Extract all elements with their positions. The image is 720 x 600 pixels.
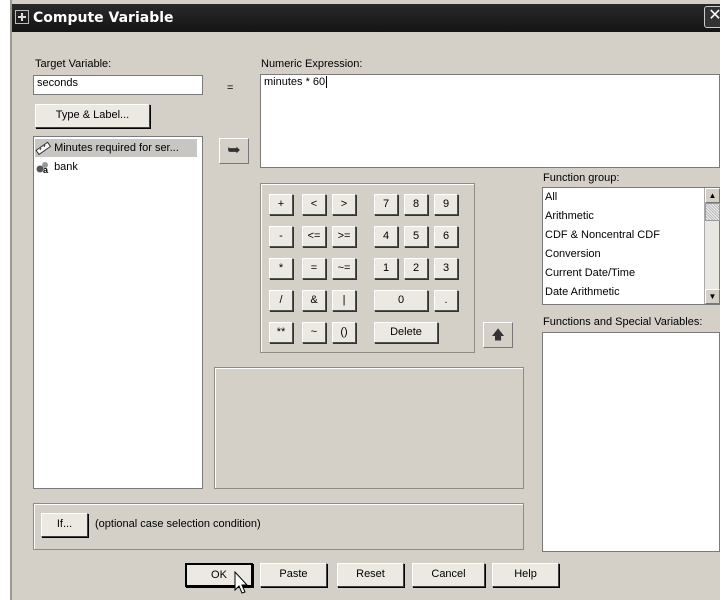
function-group-list[interactable]: All Arithmetic CDF & Noncentral CDF Conv… bbox=[542, 187, 720, 305]
variable-item[interactable]: Minutes required for ser... bbox=[35, 139, 197, 157]
functions-list[interactable] bbox=[542, 332, 720, 552]
title-bar[interactable]: Compute Variable ✕ bbox=[12, 4, 720, 32]
text-cursor bbox=[326, 76, 331, 88]
numeric-expression-text: minutes * 60 bbox=[264, 76, 326, 88]
function-group-item[interactable]: Arithmetic bbox=[545, 207, 594, 226]
key-and[interactable]: & bbox=[302, 290, 326, 311]
key-or[interactable]: | bbox=[332, 290, 356, 311]
nominal-variable-icon: a bbox=[36, 162, 49, 175]
if-button[interactable]: If... bbox=[41, 513, 88, 537]
functions-label: Functions and Special Variables: bbox=[543, 316, 703, 328]
window-title: Compute Variable bbox=[33, 10, 174, 26]
type-label-button[interactable]: Type & Label... bbox=[35, 104, 150, 128]
key-4[interactable]: 4 bbox=[374, 226, 398, 247]
key-7[interactable]: 7 bbox=[374, 194, 398, 215]
up-arrow-icon: 🡅 bbox=[491, 327, 505, 342]
app-icon bbox=[15, 10, 29, 24]
key-multiply[interactable]: * bbox=[269, 258, 293, 279]
cancel-button[interactable]: Cancel bbox=[412, 563, 485, 587]
transfer-arrow-button[interactable]: ➥ bbox=[219, 138, 249, 164]
key-8[interactable]: 8 bbox=[404, 194, 428, 215]
function-description-area bbox=[214, 367, 524, 489]
key-0[interactable]: 0 bbox=[374, 290, 428, 311]
variable-list[interactable]: Minutes required for ser... a bank bbox=[33, 136, 203, 489]
scroll-down-icon[interactable]: ▼ bbox=[705, 289, 720, 304]
key-2[interactable]: 2 bbox=[404, 258, 428, 279]
key-less-than[interactable]: < bbox=[302, 194, 326, 215]
function-group-item[interactable]: Conversion bbox=[545, 245, 601, 264]
key-greater-equal[interactable]: >= bbox=[332, 226, 356, 247]
numeric-expression-label: Numeric Expression: bbox=[261, 58, 363, 70]
scale-variable-icon bbox=[35, 141, 52, 156]
equals-sign: = bbox=[227, 82, 234, 94]
variable-label: bank bbox=[54, 161, 78, 173]
key-power[interactable]: ** bbox=[269, 322, 293, 343]
function-group-label: Function group: bbox=[543, 172, 620, 184]
help-button[interactable]: Help bbox=[492, 563, 559, 587]
variable-item[interactable]: a bank bbox=[35, 158, 197, 176]
key-1[interactable]: 1 bbox=[374, 258, 398, 279]
numeric-expression-field[interactable]: minutes * 60 bbox=[260, 74, 720, 168]
key-divide[interactable]: / bbox=[269, 290, 293, 311]
scroll-thumb[interactable] bbox=[705, 203, 720, 221]
function-group-item[interactable]: CDF & Noncentral CDF bbox=[545, 226, 660, 245]
key-not[interactable]: ~ bbox=[302, 322, 326, 343]
key-delete[interactable]: Delete bbox=[374, 322, 438, 343]
key-6[interactable]: 6 bbox=[434, 226, 458, 247]
svg-text:a: a bbox=[43, 165, 49, 174]
close-icon[interactable]: ✕ bbox=[704, 6, 720, 28]
mouse-pointer-icon bbox=[234, 571, 249, 594]
reset-button[interactable]: Reset bbox=[337, 563, 404, 587]
function-group-item[interactable]: Date Arithmetic bbox=[545, 283, 620, 302]
key-parentheses[interactable]: () bbox=[332, 322, 356, 343]
key-5[interactable]: 5 bbox=[404, 226, 428, 247]
paste-button[interactable]: Paste bbox=[260, 563, 327, 587]
key-less-equal[interactable]: <= bbox=[302, 226, 326, 247]
key-not-equal[interactable]: ~= bbox=[332, 258, 356, 279]
function-group-item[interactable]: All bbox=[545, 188, 557, 207]
key-greater-than[interactable]: > bbox=[332, 194, 356, 215]
function-group-item[interactable]: Current Date/Time bbox=[545, 264, 635, 283]
key-decimal[interactable]: . bbox=[434, 290, 458, 311]
if-condition-text: (optional case selection condition) bbox=[95, 518, 261, 530]
move-right-icon: ➥ bbox=[227, 142, 241, 159]
function-group-scrollbar[interactable]: ▲ ▼ bbox=[704, 188, 720, 304]
key-equals[interactable]: = bbox=[302, 258, 326, 279]
compute-variable-dialog: Compute Variable ✕ Target Variable: seco… bbox=[10, 0, 720, 600]
target-variable-field[interactable]: seconds bbox=[33, 75, 203, 95]
scroll-up-icon[interactable]: ▲ bbox=[705, 188, 720, 203]
key-3[interactable]: 3 bbox=[434, 258, 458, 279]
move-up-button[interactable]: 🡅 bbox=[483, 322, 513, 348]
key-9[interactable]: 9 bbox=[434, 194, 458, 215]
variable-label: Minutes required for ser... bbox=[54, 142, 179, 154]
key-plus[interactable]: + bbox=[269, 194, 293, 215]
key-minus[interactable]: - bbox=[269, 226, 293, 247]
target-variable-label: Target Variable: bbox=[35, 58, 112, 70]
